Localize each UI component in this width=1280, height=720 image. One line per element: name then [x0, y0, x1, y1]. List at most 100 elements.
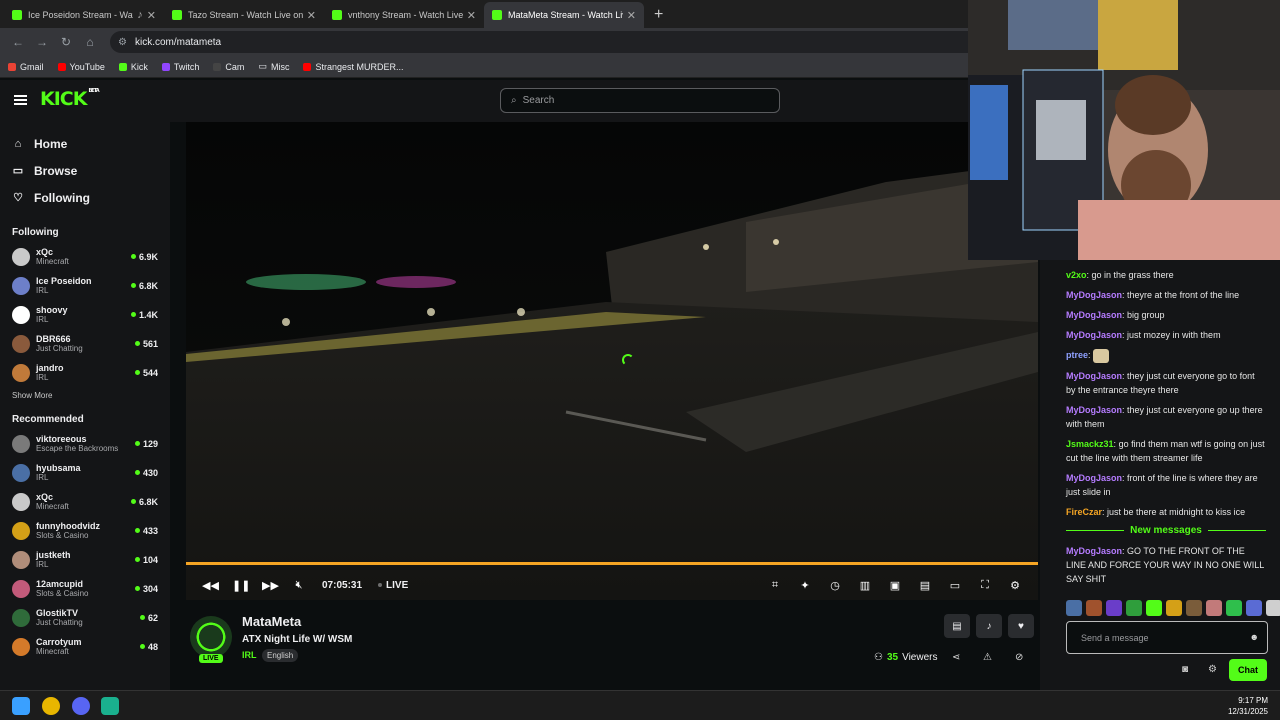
channel-item[interactable]: xQc Minecraft 6.8K [0, 487, 170, 516]
close-tab-icon[interactable]: ✕ [627, 9, 636, 22]
chat-message-input[interactable]: Send a message ☻ [1066, 621, 1268, 654]
home-icon[interactable]: ⌂ [78, 35, 102, 49]
chat-username[interactable]: Jsmackz31 [1066, 439, 1114, 449]
channel-item[interactable]: shoovy IRL 1.4K [0, 300, 170, 329]
channel-item[interactable]: Ice Poseidon IRL 6.8K [0, 271, 170, 300]
chat-username[interactable]: MyDogJason [1066, 330, 1122, 340]
emote-1-icon[interactable] [1066, 600, 1082, 616]
emote-11-icon[interactable] [1266, 600, 1280, 616]
emote-10-icon[interactable] [1246, 600, 1262, 616]
rewind-timer-icon[interactable]: ◷ [828, 579, 842, 592]
follow-button[interactable]: ♥ [1008, 614, 1034, 638]
clip-icon[interactable]: ⌗ [768, 579, 782, 592]
chat-username[interactable]: MyDogJason [1066, 290, 1122, 300]
chat-username[interactable]: v2xo [1066, 270, 1087, 280]
menu-icon[interactable] [14, 95, 27, 105]
channel-item[interactable]: Carrotyum Minecraft 48 [0, 632, 170, 661]
chat-bubble-icon[interactable]: ◙ [1182, 664, 1188, 675]
channel-item[interactable]: 12amcupid Slots & Casino 304 [0, 574, 170, 603]
emote-4-icon[interactable] [1126, 600, 1142, 616]
theater-mode-icon[interactable]: ▤ [918, 579, 932, 592]
site-info-icon[interactable]: ⚙ [118, 37, 127, 48]
chat-settings-icon[interactable]: ⚙ [1208, 664, 1217, 675]
rewind-icon[interactable]: ◀◀ [202, 579, 219, 592]
bookmark-gmail[interactable]: Gmail [8, 62, 44, 72]
gift-sub-button[interactable]: ▤ [944, 614, 970, 638]
sidebar-item-following[interactable]: ♡ Following [12, 184, 158, 211]
new-tab-button[interactable]: + [644, 2, 673, 28]
windows-start-icon[interactable] [12, 697, 30, 715]
reload-icon[interactable]: ↻ [54, 35, 78, 49]
emote-9-icon[interactable] [1226, 600, 1242, 616]
playback-progress-bar[interactable] [186, 562, 1038, 565]
bookmark-cam[interactable]: Cam [213, 62, 244, 72]
notification-button[interactable]: ♪ [976, 614, 1002, 638]
mini-player-icon[interactable]: ▭ [948, 579, 962, 592]
chat-username[interactable]: MyDogJason [1066, 310, 1122, 320]
app-icon[interactable] [101, 697, 119, 715]
hide-chat-icon[interactable]: ⊘ [1015, 652, 1023, 663]
speaker-icon[interactable]: ♪ [137, 9, 143, 21]
channel-item[interactable]: viktoreeous Escape the Backrooms 129 [0, 429, 170, 458]
forward-icon[interactable]: → [30, 35, 54, 49]
report-icon[interactable]: ⚠ [983, 652, 992, 663]
send-chat-button[interactable]: Chat [1229, 659, 1267, 681]
sidebar-item-browse[interactable]: ▭ Browse [12, 157, 158, 184]
chat-username[interactable]: MyDogJason [1066, 473, 1122, 483]
emote-5-icon[interactable] [1146, 600, 1162, 616]
bookmark-strangest-murder[interactable]: Strangest MURDER... [303, 62, 403, 72]
video-player[interactable] [186, 122, 1038, 600]
streamer-name[interactable]: MataMeta [242, 614, 301, 629]
pause-icon[interactable]: ❚❚ [232, 579, 250, 592]
chat-username[interactable]: MyDogJason [1066, 546, 1122, 556]
channel-item[interactable]: DBR666 Just Chatting 561 [0, 329, 170, 358]
back-icon[interactable]: ← [6, 35, 30, 49]
kick-logo[interactable]: KICK BETA [40, 88, 100, 110]
show-more-link[interactable]: Show More [0, 387, 170, 406]
fullscreen-icon[interactable]: ⛶ [978, 579, 992, 592]
sidebar-item-home[interactable]: ⌂ Home [12, 130, 158, 157]
bookmark-folder-misc[interactable]: ▭ Misc [258, 61, 289, 72]
chat-username[interactable]: MyDogJason [1066, 371, 1122, 381]
url-field[interactable]: ⚙ kick.com/matameta [110, 31, 990, 53]
stream-category[interactable]: IRL [242, 650, 257, 660]
fast-forward-icon[interactable]: ▶▶ [262, 579, 279, 592]
close-tab-icon[interactable]: ✕ [307, 9, 316, 22]
language-tag[interactable]: English [262, 649, 299, 662]
live-indicator[interactable]: LIVE [378, 580, 408, 591]
channel-item[interactable]: funnyhoodvidz Slots & Casino 433 [0, 516, 170, 545]
browser-tab-tazo[interactable]: Tazo Stream - Watch Live on Kick✕ [164, 2, 324, 28]
chat-username[interactable]: ptree [1066, 350, 1088, 360]
channel-item[interactable]: hyubsama IRL 430 [0, 458, 170, 487]
bookmark-twitch[interactable]: Twitch [161, 62, 199, 72]
emote-8-icon[interactable] [1206, 600, 1222, 616]
chrome-icon[interactable] [42, 697, 60, 715]
chat-username[interactable]: FireCzar [1066, 507, 1102, 517]
emote-7-icon[interactable] [1186, 600, 1202, 616]
channel-item[interactable]: xQc Minecraft 6.9K [0, 242, 170, 271]
browser-tab-vnthony[interactable]: vnthony Stream - Watch Live on Kick✕ [324, 2, 484, 28]
browser-tab-ice-poseidon[interactable]: Ice Poseidon Stream - Watch Live on Kick… [4, 2, 164, 28]
channel-item[interactable]: GlostikTV Just Chatting 62 [0, 603, 170, 632]
discord-icon[interactable] [72, 697, 90, 715]
chat-username[interactable]: MyDogJason [1066, 405, 1122, 415]
stats-icon[interactable]: ▥ [858, 579, 872, 592]
emote-3-icon[interactable] [1106, 600, 1122, 616]
new-messages-divider[interactable]: New messages [1066, 525, 1266, 536]
bookmark-youtube[interactable]: YouTube [57, 62, 105, 72]
search-input[interactable]: ⌕ Search [500, 88, 780, 113]
system-clock[interactable]: 9:17 PM 12/31/2025 [1228, 695, 1268, 717]
mute-icon[interactable]: 🔇︎ [292, 579, 306, 592]
emoji-icon[interactable]: ☻ [1250, 632, 1259, 642]
sparkle-icon[interactable]: ✦ [798, 579, 812, 592]
emote-6-icon[interactable] [1166, 600, 1182, 616]
browser-tab-matameta[interactable]: MataMeta Stream - Watch Live on Kick✕ [484, 2, 644, 28]
streamer-avatar[interactable] [190, 616, 232, 658]
share-icon[interactable]: ⋖ [952, 652, 960, 663]
channel-item[interactable]: jandro IRL 544 [0, 358, 170, 387]
emote-2-icon[interactable] [1086, 600, 1102, 616]
channel-item[interactable]: justketh IRL 104 [0, 545, 170, 574]
bookmark-kick[interactable]: Kick [118, 62, 148, 72]
settings-gear-icon[interactable]: ⚙ [1008, 579, 1022, 592]
close-tab-icon[interactable]: ✕ [467, 9, 476, 22]
